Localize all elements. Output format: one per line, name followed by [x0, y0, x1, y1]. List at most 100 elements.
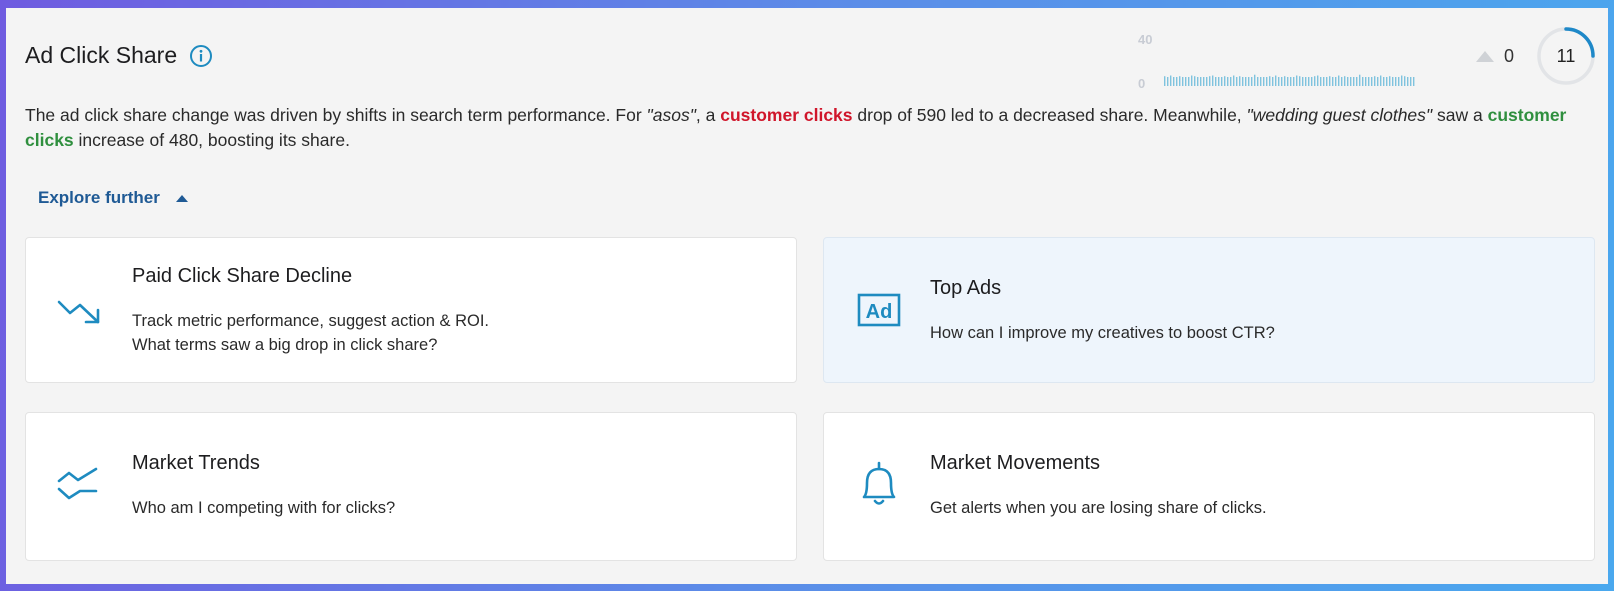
sparkline-bar [1251, 77, 1253, 86]
card-title: Top Ads [930, 277, 1002, 299]
card-title: Paid Click Share Decline [132, 265, 353, 287]
sparkline-bar [1329, 76, 1331, 86]
sparkline-bar [1167, 77, 1169, 86]
sparkline-bar [1332, 77, 1334, 86]
sparkline-bar [1290, 77, 1292, 86]
sparkline-bar [1209, 76, 1211, 86]
sparkline-bar [1266, 77, 1268, 86]
search-term-asos: "asos" [646, 105, 696, 125]
bell-icon [862, 461, 896, 505]
sparkline-bar [1278, 77, 1280, 86]
sparkline-bar [1359, 74, 1361, 86]
sparkline-bar [1320, 77, 1322, 86]
sparkline-bar [1245, 77, 1247, 86]
sparkline-bar [1383, 77, 1385, 86]
card-title: Market Movements [930, 452, 1101, 474]
card-paid-click-share-decline[interactable]: Paid Click Share Decline Track metric pe… [25, 237, 797, 383]
search-term-wedding-guest-clothes: "wedding guest clothes" [1246, 105, 1433, 125]
ad-icon-text: Ad [866, 301, 893, 323]
sparkline-bar [1395, 77, 1397, 86]
sparkline-bar [1347, 77, 1349, 86]
sparkline-bar [1254, 74, 1256, 86]
sparkline-bar [1203, 77, 1205, 86]
sparkline-bar [1299, 76, 1301, 86]
sparkline-bar [1314, 76, 1316, 86]
sparkline-bar [1281, 77, 1283, 86]
sparkline-bar [1308, 77, 1310, 86]
trending-down-icon [57, 300, 100, 324]
sparkline-bar [1404, 76, 1406, 86]
sparkline-bar [1350, 77, 1352, 86]
sparkline-bar [1380, 75, 1382, 86]
sparkline-bar [1284, 76, 1286, 86]
card-description-line: What terms saw a big drop in click share… [132, 336, 438, 354]
sparkline-bar [1374, 76, 1376, 86]
sparkline-bar [1239, 76, 1241, 86]
explore-further-toggle[interactable]: Explore further [38, 188, 188, 208]
page-title: Ad Click Share [25, 42, 178, 68]
sparkline-bar [1269, 76, 1271, 86]
sparkline-bar [1293, 77, 1295, 86]
card-market-trends[interactable]: Market Trends Who am I competing with fo… [25, 412, 797, 561]
sparkline-bar [1371, 77, 1373, 86]
trend-up-icon [1476, 51, 1494, 62]
card-market-movements[interactable]: Market Movements Get alerts when you are… [823, 412, 1595, 561]
sparkline-bar [1323, 77, 1325, 86]
sparkline-bar [1407, 77, 1409, 86]
metric-customer-clicks-negative: customer clicks [720, 105, 853, 125]
sparkline-bar [1341, 77, 1343, 86]
caret-up-icon [175, 194, 188, 202]
sparkline-bar [1227, 77, 1229, 86]
sparkline-bar [1206, 77, 1208, 86]
sparkline-bar [1296, 75, 1298, 86]
sparkline-bar [1260, 77, 1262, 86]
sparkline-bar [1176, 77, 1178, 86]
sparkline-bar [1386, 77, 1388, 86]
sparkline-bar [1335, 77, 1337, 86]
sparkline-bar [1344, 76, 1346, 86]
sparkline-bar [1365, 77, 1367, 86]
card-description-line: Who am I competing with for clicks? [132, 499, 396, 517]
sparkline-bar [1368, 77, 1370, 86]
sparkline-bar [1257, 77, 1259, 86]
sparkline-bar [1191, 75, 1193, 86]
sparkline-bar [1353, 77, 1355, 86]
card-top-ads[interactable]: Ad Top Ads How can I improve my creative… [823, 237, 1595, 383]
sparkline-bar [1302, 77, 1304, 86]
sparkline-bar [1221, 77, 1223, 86]
info-icon[interactable] [189, 44, 213, 68]
sparkline-bar [1362, 77, 1364, 86]
sparkline-bar [1398, 77, 1400, 86]
market-trends-icon [57, 467, 98, 500]
sparkline-bar [1326, 77, 1328, 86]
sparkline-chart: 40 0 [1128, 24, 1418, 92]
summary-part: , a [695, 105, 721, 125]
sparkline-bar [1188, 77, 1190, 86]
summary-part: drop of 590 led to a decreased share. Me… [852, 105, 1247, 125]
sparkline-bar [1197, 77, 1199, 86]
sparkline-bar [1389, 76, 1391, 86]
sparkline-bar [1401, 75, 1403, 86]
sparkline-bar [1410, 77, 1412, 86]
trend-indicator: 0 [1476, 46, 1514, 67]
sparkline-bar [1212, 75, 1214, 86]
sparkline-bar [1194, 76, 1196, 86]
sparkline-bar [1272, 77, 1274, 86]
sparkline-bar [1317, 75, 1319, 86]
sparkline-bar [1305, 77, 1307, 86]
summary-part: saw a [1432, 105, 1488, 125]
sparkline-bar [1182, 77, 1184, 86]
summary-part: The ad click share change was driven by … [25, 105, 647, 125]
sparkline-bar [1338, 75, 1340, 86]
sparkline-bar [1356, 77, 1358, 86]
panel-header: Ad Click Share [25, 42, 213, 69]
explore-further-label: Explore further [38, 188, 160, 207]
sparkline-bar [1263, 77, 1265, 86]
sparkline-bar [1200, 77, 1202, 86]
ad-click-share-panel: Ad Click Share 40 0 0 11 The ad click sh… [6, 8, 1608, 584]
sparkline-bar [1413, 77, 1415, 86]
sparkline-bar [1173, 77, 1175, 86]
sparkline-bar [1218, 77, 1220, 86]
sparkline-bars [1164, 74, 1415, 86]
sparkline-bar [1224, 76, 1226, 86]
